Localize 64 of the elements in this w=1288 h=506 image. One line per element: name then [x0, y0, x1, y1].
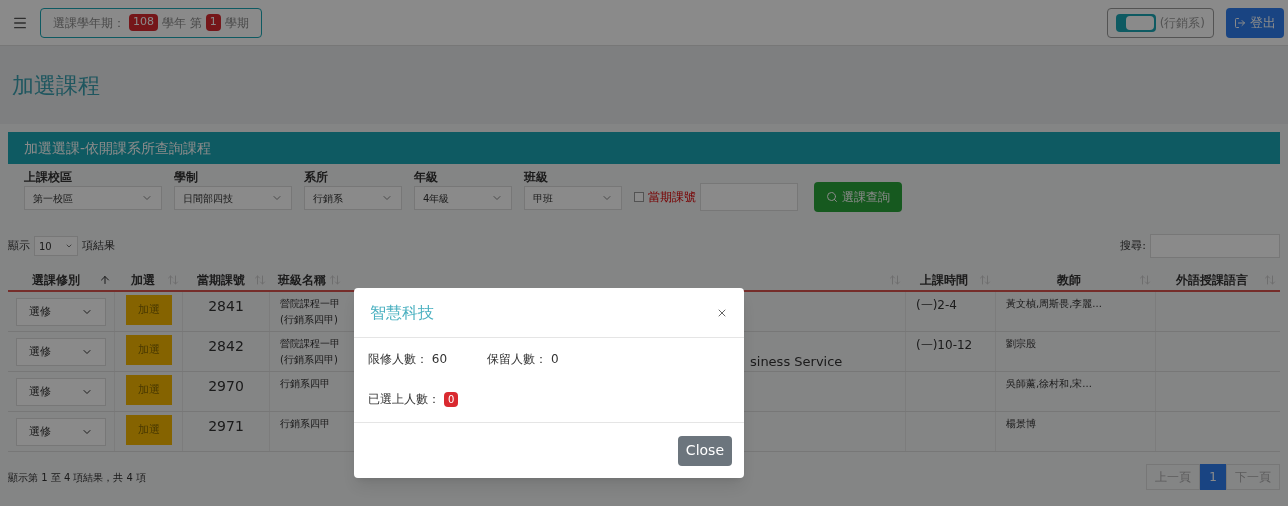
teacher-cell: 吳師薰,徐村和,宋... [1006, 378, 1092, 389]
department-switch[interactable] [1115, 13, 1156, 32]
quota-text: 保留人數： 0 [487, 351, 559, 368]
show-label: 顯示 [8, 237, 30, 254]
column-header[interactable]: 選課修別 [31, 271, 80, 289]
filter-label: 學制 [174, 169, 199, 186]
filter-select[interactable]: 日間部四技 [174, 186, 292, 210]
course-type-select[interactable]: 選修 [16, 338, 106, 366]
column-header[interactable]: 當期課號 [196, 271, 245, 289]
dialog-title: 智慧科技 [370, 301, 434, 324]
course-number-checkbox[interactable] [634, 192, 644, 202]
page-title: 加選課程 [12, 71, 100, 100]
quota-text: 限修人數： 60 [368, 351, 448, 368]
course-number-cell: 2841 [208, 298, 244, 314]
term-badge: 1 [205, 14, 221, 31]
semester-label: 選課學年期： [53, 14, 125, 32]
filter-select[interactable]: 第一校區 [24, 186, 162, 210]
logout-icon [1234, 16, 1246, 29]
enrolled-count-badge: 0 [444, 391, 459, 407]
column-header[interactable]: 教師 [1057, 271, 1081, 289]
caret-icon [65, 242, 73, 250]
column-header[interactable]: 上課時間 [920, 271, 968, 289]
teacher-cell: 楊景博 [1006, 418, 1036, 429]
year-badge: 108 [129, 14, 158, 31]
column-header[interactable]: 外語授課語言 [1175, 271, 1248, 289]
filter-label: 上課校區 [24, 169, 73, 186]
filter-label: 系所 [304, 169, 329, 186]
class-name-cell-text: (行銷系四甲) [280, 313, 335, 327]
column-header[interactable]: 班級名稱 [277, 271, 326, 289]
table-cell: siness Service [750, 354, 843, 369]
column-header[interactable]: 加選 [131, 271, 155, 289]
course-number-cell: 2971 [208, 418, 244, 434]
course-type-select[interactable]: 選修 [16, 418, 106, 446]
filter-select[interactable]: 甲班 [524, 186, 622, 210]
class-time-cell: (一)10-12 [916, 338, 973, 352]
filter-select[interactable]: 行銷系 [304, 186, 402, 210]
filter-select[interactable]: 4年級 [414, 186, 512, 210]
pagination-button[interactable]: 1 [1200, 464, 1226, 490]
search-label: 搜尋: [1120, 237, 1146, 254]
logout-button[interactable]: 登出 [1226, 7, 1284, 38]
course-type-select[interactable]: 選修 [16, 378, 106, 406]
results-label: 項結果 [82, 237, 115, 254]
page-size-select[interactable]: 10 [34, 236, 78, 256]
sort-ascending-icon[interactable] [99, 274, 111, 286]
semester-label: 學期 [224, 14, 249, 32]
teacher-cell: 黃文楨,周斯畏,李麗... [1006, 298, 1102, 309]
search-icon [826, 191, 838, 203]
class-name-cell-text: 行銷系四甲 [280, 377, 331, 391]
class-name-cell-text: (行銷系四甲) [280, 353, 335, 367]
close-button[interactable]: Close [677, 435, 732, 466]
course-number-cell: 2970 [208, 378, 244, 394]
course-number-cell: 2842 [208, 338, 244, 354]
filter-label: 年級 [414, 169, 439, 186]
enrolled-label: 已選上人數： [368, 391, 440, 408]
panel-header: 加選選課-依開課系所查詢課程 [8, 132, 1280, 164]
class-name-cell-text: 行銷系四甲 [280, 417, 331, 431]
results-summary: 顯示第 1 至 4 項結果，共 4 項 [8, 470, 147, 485]
class-time-cell: (一)2-4 [916, 298, 957, 312]
search-button[interactable]: 選課查詢 [814, 182, 902, 212]
filter-label: 班級 [524, 169, 549, 186]
semester-label: 學年 第 [162, 14, 202, 32]
course-number-label: 當期課號 [648, 189, 696, 206]
course-type-select[interactable]: 選修 [16, 298, 106, 326]
teacher-cell: 劉宗殷 [1006, 338, 1036, 349]
